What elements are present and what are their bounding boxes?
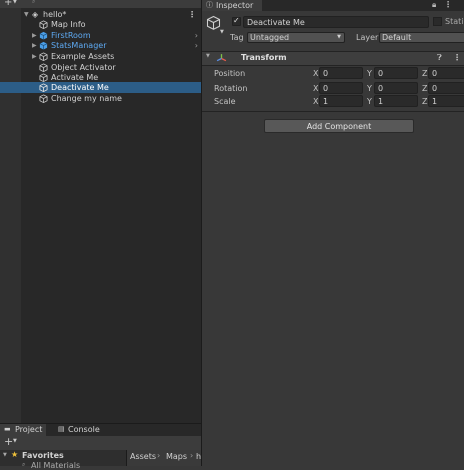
breadcrumb: Assets › Maps › h (127, 450, 201, 466)
dropdown-arrow-icon[interactable]: ▼ (13, 0, 17, 5)
transform-icon (216, 54, 227, 62)
chevron-right-icon: › (157, 451, 161, 460)
axis-y-label: Y (367, 84, 372, 93)
collapse-arrow-icon[interactable]: ▼ (3, 452, 7, 458)
gameobject-large-icon (206, 15, 221, 30)
breadcrumb-item[interactable]: Maps (166, 452, 187, 461)
tag-dropdown[interactable]: Untagged ▼ (247, 32, 345, 43)
tag-label: Tag (230, 33, 244, 42)
rotation-y-field[interactable]: 0 (374, 82, 418, 94)
rotation-z-field[interactable]: 0 (428, 82, 464, 94)
more-options-icon[interactable]: ⋮ (444, 0, 452, 9)
static-checkbox[interactable] (433, 17, 442, 26)
gameobject-icon (39, 83, 48, 92)
scale-z-field[interactable]: 1 (428, 95, 464, 107)
chevron-right-icon: › (190, 451, 194, 460)
transform-component-header[interactable]: ▼ Transform ❓︎ ⋮ (202, 51, 464, 66)
project-folder-tree: ▼ ★ Favorites ⌕ All Materials (0, 450, 126, 470)
expand-arrow-icon[interactable]: ▶ (32, 40, 37, 51)
prefab-icon (39, 31, 48, 40)
hierarchy-item-label: Deactivate Me (51, 83, 109, 92)
collapse-arrow-icon[interactable]: ▼ (206, 53, 210, 59)
axis-x-label: X (313, 97, 319, 106)
layer-label: Layer (356, 33, 379, 42)
search-icon[interactable]: ⌕ (32, 0, 35, 6)
add-icon[interactable]: + (4, 0, 12, 8)
rotation-label: Rotation (214, 84, 248, 93)
position-label: Position (214, 69, 246, 78)
active-checkbox[interactable]: ✓ (232, 16, 241, 26)
rotation-x-field[interactable]: 0 (319, 82, 363, 94)
axis-x-label: X (313, 69, 319, 78)
layer-dropdown[interactable]: Default (379, 32, 464, 43)
hierarchy-item-label: Change my name (51, 94, 122, 103)
icon-dropdown-arrow-icon[interactable]: ▼ (220, 29, 224, 35)
gameobject-icon (39, 73, 48, 82)
object-name-field[interactable]: Deactivate Me (243, 16, 429, 28)
project-tab-label: Project (15, 425, 43, 434)
scale-label: Scale (214, 97, 236, 106)
static-label: Static (445, 17, 464, 26)
layer-value: Default (382, 33, 412, 42)
scale-y-field[interactable]: 1 (374, 95, 418, 107)
tag-value: Untagged (250, 33, 290, 42)
hierarchy-item-label: StatsManager (51, 41, 107, 50)
hierarchy-item-change-my-name[interactable]: Change my name (0, 93, 201, 104)
breadcrumb-item[interactable]: h (196, 452, 201, 461)
hierarchy-toolbar: + ▼ ⌕ (0, 0, 201, 8)
hierarchy-item-map-info[interactable]: Map Info (0, 19, 201, 30)
star-icon: ★ (11, 450, 19, 459)
axis-z-label: Z (422, 97, 428, 106)
hierarchy-item-label: Example Assets (51, 52, 115, 61)
search-icon: ⌕ (22, 461, 26, 468)
gameobject-icon (39, 52, 48, 61)
scale-x-field[interactable]: 1 (319, 95, 363, 107)
dropdown-arrow-icon: ▼ (337, 34, 341, 40)
position-x-field[interactable]: 0 (319, 67, 363, 79)
axis-z-label: Z (422, 84, 428, 93)
axis-y-label: Y (367, 69, 372, 78)
hierarchy-item-example-assets[interactable]: ▶ Example Assets (0, 51, 201, 62)
info-icon: ⓘ (206, 1, 213, 9)
tab-console[interactable]: ▤ Console (56, 424, 106, 436)
help-icon[interactable]: ❓︎ (437, 53, 442, 63)
add-icon[interactable]: + (4, 435, 13, 448)
hierarchy-item-label: Map Info (51, 20, 86, 29)
project-toolbar: + ▼ (0, 435, 201, 450)
position-y-field[interactable]: 0 (374, 67, 418, 79)
add-component-button[interactable]: Add Component (264, 119, 414, 133)
axis-y-label: Y (367, 97, 372, 106)
axis-x-label: X (313, 84, 319, 93)
position-z-field[interactable]: 0 (428, 67, 464, 79)
tab-inspector[interactable]: ⓘ Inspector (202, 0, 262, 11)
prefab-icon (39, 41, 48, 50)
inspector-tab-label: Inspector (216, 1, 254, 10)
hierarchy-item-deactivate-me[interactable]: Deactivate Me (0, 82, 201, 93)
lock-icon[interactable]: 🔒︎ (432, 0, 436, 10)
breadcrumb-item[interactable]: Assets (130, 452, 156, 461)
transform-title: Transform (241, 53, 287, 62)
axis-z-label: Z (422, 69, 428, 78)
chevron-right-icon[interactable]: › (195, 40, 198, 51)
console-icon: ▤ (58, 425, 65, 433)
folder-icon: ▬ (4, 425, 11, 433)
favorites-label[interactable]: Favorites (22, 451, 64, 460)
expand-arrow-icon[interactable]: ▶ (32, 51, 37, 62)
more-options-icon[interactable]: ⋮ (453, 53, 461, 62)
gameobject-icon (39, 20, 48, 29)
gameobject-icon (39, 63, 48, 72)
hierarchy-item-statsmanager[interactable]: ▶ StatsManager › (0, 40, 201, 51)
check-icon: ✓ (233, 16, 240, 25)
console-tab-label: Console (68, 425, 100, 434)
component-separator (202, 111, 464, 112)
gameobject-icon (39, 94, 48, 103)
dropdown-arrow-icon[interactable]: ▼ (13, 438, 17, 444)
